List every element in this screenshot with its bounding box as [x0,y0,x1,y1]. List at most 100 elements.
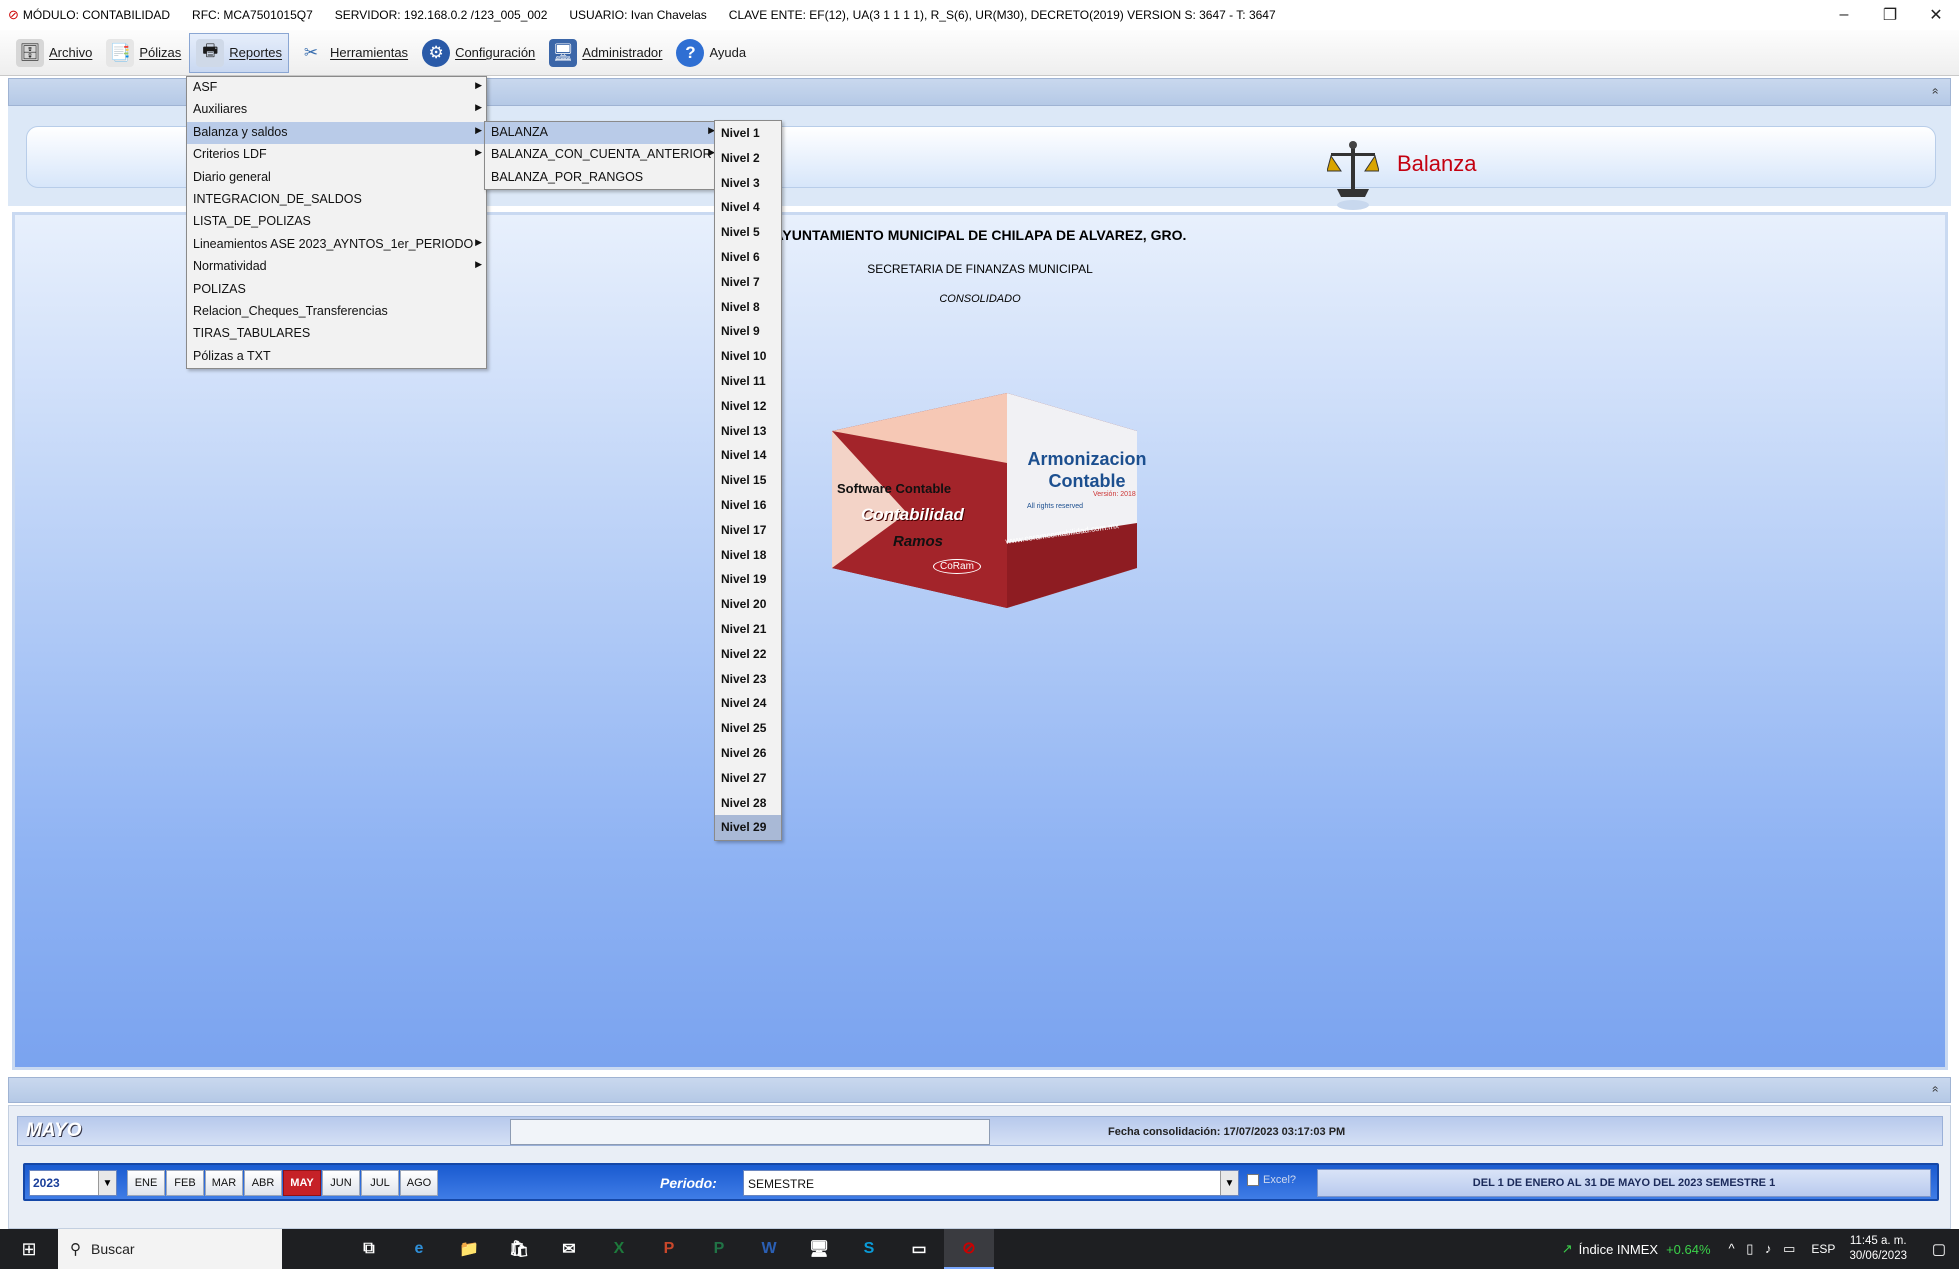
admin-computer-icon: 🖥 [549,38,578,67]
taskbar-excel-icon[interactable]: X [594,1229,644,1269]
language-indicator[interactable]: ESP [1811,1242,1835,1256]
taskbar-terminal-icon[interactable]: ▭ [894,1229,944,1269]
nivel-menu-item[interactable]: Nivel 11 [715,369,781,394]
excel-checkbox[interactable]: Excel? [1247,1174,1296,1186]
nivel-menu-item[interactable]: Nivel 17 [715,518,781,543]
reportes-menu-item[interactable]: INTEGRACION_DE_SALDOS [187,189,486,211]
menu-configuracion[interactable]: ⚙ Configuración [416,33,541,73]
nivel-menu-item[interactable]: Nivel 29 [715,815,781,841]
checkbox-square[interactable] [1247,1174,1259,1186]
menu-ayuda[interactable]: ? Ayuda [670,33,752,73]
taskbar-apps: ⧉ e 📁 🛍 ✉ X P P W 🖥 S ▭ ⊘ [344,1229,994,1269]
periodo-select[interactable]: SEMESTRE ▼ [743,1170,1239,1196]
balanza-menu-item[interactable]: BALANZA_CON_CUENTA_ANTERIOR ▶ [485,144,719,166]
tray-icons[interactable]: ^ ▯ ♪ ▭ [1729,1241,1800,1257]
year-select[interactable]: 2023 ▼ [29,1170,117,1196]
menu-archivo[interactable]: 🗄 Archivo [10,33,98,73]
taskbar-store-icon[interactable]: 🛍 [494,1229,544,1269]
taskbar-mail-icon[interactable]: ✉ [544,1229,594,1269]
menu-administrador[interactable]: 🖥 Administrador [543,33,668,73]
taskbar-clock[interactable]: 11:45 a. m. 30/06/2023 [1849,1234,1907,1264]
reportes-menu-item[interactable]: Balanza y saldos ▶ [187,121,486,145]
taskbar-remote-desktop-icon[interactable]: 🖥 [794,1229,844,1269]
nivel-menu-item[interactable]: Nivel 8 [715,295,781,320]
nivel-menu-item[interactable]: Nivel 7 [715,270,781,295]
nivel-menu-item[interactable]: Nivel 19 [715,567,781,592]
reportes-menu-item[interactable]: POLIZAS [187,279,486,301]
menu-herramientas[interactable]: ✂ Herramientas [291,33,414,73]
reportes-menu-item[interactable]: Lineamientos ASE 2023_AYNTOS_1er_PERIODO… [187,234,486,256]
balanza-menu-item[interactable]: BALANZA_POR_RANGOS [485,167,719,189]
nivel-menu-item[interactable]: Nivel 15 [715,468,781,493]
nivel-menu-item[interactable]: Nivel 26 [715,741,781,766]
month-button-mar[interactable]: MAR [205,1170,243,1196]
nivel-menu-item[interactable]: Nivel 10 [715,344,781,369]
nivel-menu-item[interactable]: Nivel 2 [715,146,781,171]
minimize-button[interactable]: – [1821,0,1867,30]
notification-icon[interactable]: ▢ [1919,1240,1959,1258]
month-button-may[interactable]: MAY [283,1170,321,1196]
collapse-up-icon[interactable]: » [1928,1086,1942,1093]
nivel-menu-item[interactable]: Nivel 5 [715,220,781,245]
restore-button[interactable]: ❐ [1867,0,1913,30]
taskbar-task-view-icon[interactable]: ⧉ [344,1229,394,1269]
reportes-menu-item[interactable]: ASF ▶ [187,77,486,99]
chevron-down-icon[interactable]: ▼ [1220,1171,1238,1195]
inmex-label: Índice INMEX [1578,1241,1659,1257]
nivel-menu-item[interactable]: Nivel 21 [715,617,781,642]
taskbar-contabilidad-app-icon[interactable]: ⊘ [944,1229,994,1269]
nivel-menu-item[interactable]: Nivel 16 [715,493,781,518]
nivel-menu-item[interactable]: Nivel 27 [715,766,781,791]
month-button-abr[interactable]: ABR [244,1170,282,1196]
balanza-menu-item[interactable]: BALANZA ▶ [485,122,719,145]
month-button-jun[interactable]: JUN [322,1170,360,1196]
nivel-menu-item[interactable]: Nivel 3 [715,171,781,196]
reportes-menu-item[interactable]: TIRAS_TABULARES [187,323,486,345]
reportes-menu-item[interactable]: Diario general [187,167,486,189]
nivel-menu-item[interactable]: Nivel 22 [715,642,781,667]
balanza-menu-item-label: BALANZA_CON_CUENTA_ANTERIOR [491,147,712,162]
taskbar-powerpoint-icon[interactable]: P [644,1229,694,1269]
nivel-menu-item[interactable]: Nivel 20 [715,592,781,617]
nivel-menu-item[interactable]: Nivel 18 [715,543,781,568]
reportes-menu-item[interactable]: Relacion_Cheques_Transferencias [187,301,486,323]
collapse-up-icon[interactable]: » [1928,88,1942,95]
chevron-down-icon[interactable]: ▼ [98,1171,116,1195]
submenu-arrow-icon: ▶ [475,124,482,135]
taskbar-edge-icon[interactable]: e [394,1229,444,1269]
nivel-menu-item[interactable]: Nivel 1 [715,121,781,146]
reportes-menu-item[interactable]: Auxiliares ▶ [187,99,486,121]
month-button-feb[interactable]: FEB [166,1170,204,1196]
reportes-menu-item[interactable]: Criterios LDF ▶ [187,144,486,166]
nivel-menu-item[interactable]: Nivel 4 [715,195,781,220]
nivel-menu-item[interactable]: Nivel 24 [715,691,781,716]
nivel-menu-item[interactable]: Nivel 28 [715,791,781,816]
windows-start-icon[interactable]: ⊞ [0,1229,58,1269]
month-button-ago[interactable]: AGO [400,1170,438,1196]
taskbar-word-icon[interactable]: W [744,1229,794,1269]
nivel-menu-item[interactable]: Nivel 25 [715,716,781,741]
month-button-jul[interactable]: JUL [361,1170,399,1196]
nivel-menu-item[interactable]: Nivel 6 [715,245,781,270]
nivel-menu-item[interactable]: Nivel 9 [715,319,781,344]
entity-key-label: CLAVE ENTE: EF(12), UA(3 1 1 1 1), R_S(6… [728,8,1276,22]
nivel-menu-item[interactable]: Nivel 12 [715,394,781,419]
menu-reportes[interactable]: 🖶 Reportes [189,32,290,73]
nivel-menu-item[interactable]: Nivel 14 [715,443,781,468]
reportes-menu-item[interactable]: LISTA_DE_POLIZAS [187,211,486,233]
reportes-menu-item[interactable]: Normatividad ▶ [187,256,486,278]
reportes-menu-item[interactable]: Pólizas a TXT [187,346,486,368]
taskbar-file-explorer-icon[interactable]: 📁 [444,1229,494,1269]
reportes-menu-item-label: Diario general [193,169,271,184]
close-button[interactable]: ✕ [1913,0,1959,30]
inmex-widget[interactable]: ↗ Índice INMEX +0.64% [1562,1241,1711,1257]
nivel-menu-item[interactable]: Nivel 13 [715,419,781,444]
month-button-ene[interactable]: ENE [127,1170,165,1196]
window-controls: – ❐ ✕ [1821,0,1959,30]
nivel-menu-item[interactable]: Nivel 23 [715,667,781,692]
taskbar-skype-icon[interactable]: S [844,1229,894,1269]
taskbar-search[interactable]: ⚲ Buscar [58,1229,282,1269]
taskbar-project-icon[interactable]: P [694,1229,744,1269]
reportes-menu-item-label: Normatividad [193,259,267,274]
menu-polizas[interactable]: 📑 Pólizas [100,33,187,73]
